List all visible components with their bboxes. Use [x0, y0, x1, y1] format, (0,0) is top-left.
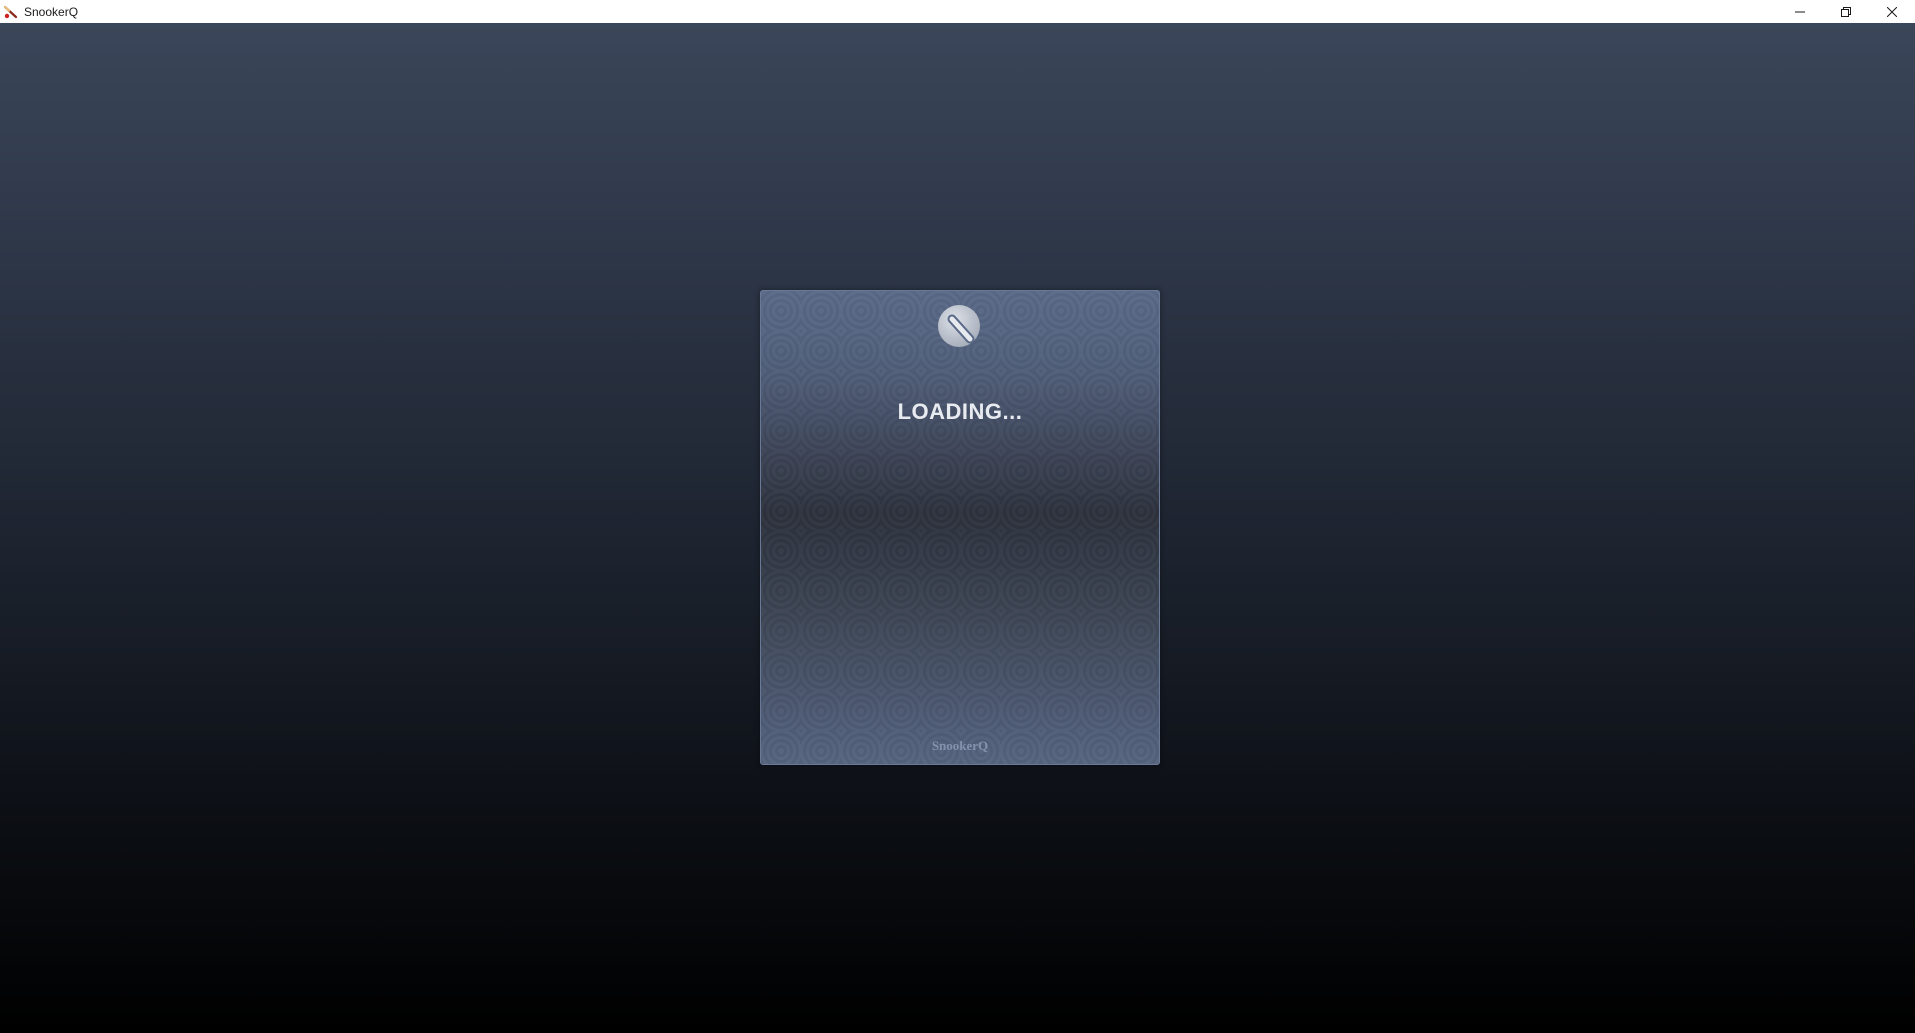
restore-icon: [1841, 6, 1851, 17]
loading-status-text: LOADING...: [897, 399, 1023, 424]
snooker-cue-icon: [3, 4, 19, 20]
title-bar[interactable]: SnookerQ: [0, 0, 1915, 23]
minimize-icon: [1795, 11, 1805, 12]
card-texture: [761, 291, 1159, 764]
window-title: SnookerQ: [24, 4, 79, 19]
close-icon: [1887, 6, 1897, 17]
snookerq-logo-icon: [938, 305, 980, 347]
restore-button[interactable]: [1823, 0, 1869, 23]
app-content: LOADING... SnookerQ: [0, 23, 1915, 1033]
minimize-button[interactable]: [1777, 0, 1823, 23]
window-controls: [1777, 0, 1915, 23]
loading-card: LOADING... SnookerQ: [760, 290, 1160, 765]
app-name-footer: SnookerQ: [931, 738, 989, 753]
app-window: SnookerQ LOADING... SnookerQ: [0, 0, 1915, 1033]
close-button[interactable]: [1869, 0, 1915, 23]
